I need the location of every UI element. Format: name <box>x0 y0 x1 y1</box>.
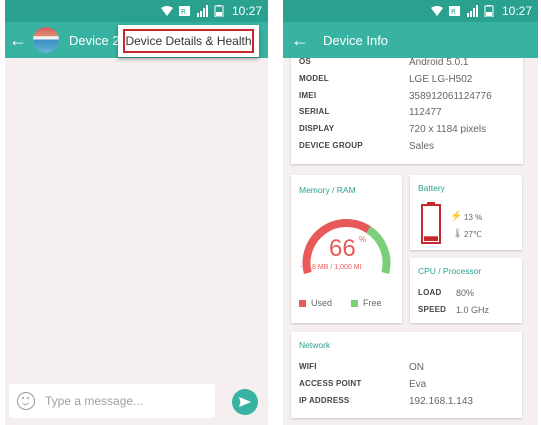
detail-key: IMEI <box>299 90 317 100</box>
memory-percent: 66 <box>329 235 356 262</box>
network-value: ON <box>409 362 424 373</box>
battery-icon <box>214 5 228 18</box>
device-details-card: OS Android 5.0.1 MODEL LGE LG-H502 IMEI 35891… <box>291 58 523 164</box>
overflow-menu: Device Details & Health <box>118 25 259 57</box>
device-info-content[interactable]: OS Android 5.0.1 MODEL LGE LG-H502 IMEI 35891… <box>283 58 538 425</box>
battery-level: 13 % <box>464 213 483 222</box>
battery-title: Battery <box>418 183 445 193</box>
detail-value: Android 5.0.1 <box>409 58 469 68</box>
data-icon: R <box>448 5 462 17</box>
device-detail-row: DEVICE GROUP Sales <box>299 141 434 152</box>
cpu-title: CPU / Processor <box>418 266 482 276</box>
network-row: ACCESS POINT Eva <box>299 379 426 390</box>
memory-percent-sign: % <box>359 235 367 244</box>
memory-detail: -66.8 MB / 1,000 MI <box>300 264 362 271</box>
svg-text:R: R <box>451 8 456 16</box>
send-button[interactable] <box>232 389 258 415</box>
cpu-speed-value: 1.0 GHz <box>456 305 490 315</box>
device-detail-row: SERIAL 112477 <box>299 107 442 118</box>
device-info-screen: R 10:27 ← Device Info OS Android 5.0.1 MOD… <box>283 0 538 425</box>
signal-icon <box>466 5 480 17</box>
battery-icon <box>484 5 498 18</box>
battery-level-icon <box>421 202 441 244</box>
message-composer[interactable]: Type a message... <box>9 384 215 418</box>
menu-item-device-details[interactable]: Device Details & Health <box>123 29 254 53</box>
back-arrow-icon[interactable]: ← <box>7 22 29 58</box>
send-icon <box>239 397 251 407</box>
network-row: IP ADDRESS 192.168.1.143 <box>299 396 473 407</box>
wifi-icon <box>430 5 444 17</box>
page-title: Device Info <box>323 32 389 48</box>
detail-key: DEVICE GROUP <box>299 141 363 150</box>
used-label: Used <box>311 298 333 308</box>
cpu-speed-key: SPEED <box>418 305 447 314</box>
battery-card: Battery ⚡ 13 % 🌡 27℃ <box>410 175 522 250</box>
network-key: WIFI <box>299 362 317 371</box>
avatar[interactable] <box>33 27 59 53</box>
chat-screen: R 10:27 ← Device 2 Device Details & Heal… <box>5 0 268 425</box>
svg-text:R: R <box>181 8 186 16</box>
free-label: Free <box>363 298 382 308</box>
network-value: Eva <box>409 379 427 390</box>
detail-key: DISPLAY <box>299 124 335 134</box>
detail-key: OS <box>299 58 311 66</box>
memory-title: Memory / RAM <box>299 185 356 195</box>
cpu-speed-row: SPEED 1.0 GHz <box>418 305 489 315</box>
memory-card: Memory / RAM 66 % -66.8 MB / 1,000 MI Us… <box>291 175 402 323</box>
bolt-icon: ⚡ <box>450 211 463 222</box>
network-value: 192.168.1.143 <box>409 396 473 407</box>
network-card: Network WIFI ON ACCESS POINT Eva IP ADDRESS 1… <box>291 332 522 418</box>
status-time: 10:27 <box>501 4 532 18</box>
status-bar: R 10:27 <box>283 0 538 22</box>
legend-free: Free <box>351 298 382 308</box>
device-detail-row: OS Android 5.0.1 <box>299 58 469 68</box>
detail-value: Sales <box>409 141 435 152</box>
app-bar: ← Device Info <box>283 22 538 58</box>
menu-item-label: Device Details & Health <box>125 34 252 48</box>
device-detail-row: DISPLAY 720 x 1184 pixels <box>299 124 486 135</box>
detail-key: MODEL <box>299 73 329 83</box>
network-key: ACCESS POINT <box>299 379 362 388</box>
message-input[interactable]: Type a message... <box>45 394 143 408</box>
device-detail-row: MODEL LGE LG-H502 <box>299 74 472 85</box>
cpu-card: CPU / Processor LOAD 80% SPEED 1.0 GHz <box>410 258 522 323</box>
status-time: 10:27 <box>231 4 262 18</box>
legend-used: Used <box>299 298 332 308</box>
data-icon: R <box>178 5 192 17</box>
free-swatch <box>351 299 358 307</box>
status-bar: R 10:27 <box>5 0 268 22</box>
battery-temp: 27℃ <box>464 230 482 239</box>
detail-value: 720 x 1184 pixels <box>409 124 487 136</box>
network-row: WIFI ON <box>299 362 424 373</box>
cpu-load-key: LOAD <box>418 288 442 297</box>
wifi-icon <box>160 5 174 17</box>
detail-key: SERIAL <box>299 107 330 117</box>
network-key: IP ADDRESS <box>299 396 350 405</box>
detail-value: 358912061124776 <box>409 90 492 102</box>
detail-value: LGE LG-H502 <box>409 73 473 85</box>
back-arrow-icon[interactable]: ← <box>289 22 311 58</box>
detail-value: 112477 <box>409 107 442 119</box>
cpu-load-value: 80% <box>456 288 475 298</box>
thermometer-icon: 🌡 <box>452 228 464 238</box>
device-detail-row: IMEI 358912061124776 <box>299 91 492 102</box>
network-title: Network <box>299 340 331 350</box>
emoji-icon[interactable] <box>17 392 35 410</box>
cpu-load-row: LOAD 80% <box>418 288 474 298</box>
signal-icon <box>196 5 210 17</box>
used-swatch <box>299 299 306 307</box>
chat-title: Device 2 <box>69 32 120 48</box>
